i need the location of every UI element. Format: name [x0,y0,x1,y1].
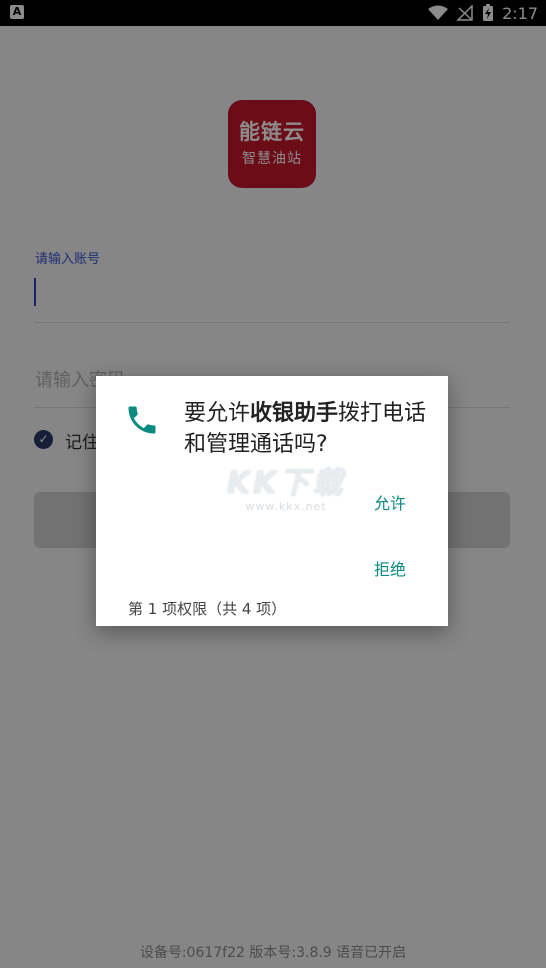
deny-button[interactable]: 拒绝 [372,552,408,584]
permission-counter: 第 1 项权限（共 4 项） [128,600,287,618]
phone-icon [128,406,156,434]
dialog-title-prefix: 要允许 [184,401,251,426]
permission-dialog: 要允许收银助手拨打电话和管理通话吗? KK下载 www.kkx.net 允许 拒… [96,376,448,626]
dialog-title-app: 收银助手 [250,401,339,426]
allow-button[interactable]: 允许 [372,486,408,518]
watermark: KK下载 www.kkx.net [216,458,356,513]
watermark-logo: KK下载 [226,466,346,501]
dialog-title: 要允许收银助手拨打电话和管理通话吗? [184,398,434,460]
